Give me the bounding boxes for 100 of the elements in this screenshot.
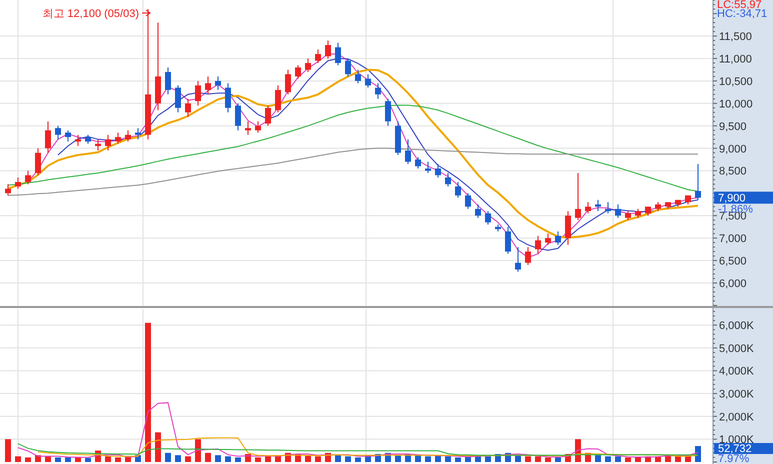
volume-bar bbox=[615, 456, 621, 462]
candlestick bbox=[55, 125, 61, 140]
volume-change: 7.97% bbox=[718, 453, 750, 464]
axis-label: 9,500 bbox=[719, 120, 747, 133]
candlestick bbox=[655, 202, 661, 212]
current-volume-tag: 52,732 bbox=[714, 443, 773, 455]
axis-label: 3,000K bbox=[719, 388, 754, 401]
candlestick bbox=[245, 120, 251, 136]
candlestick bbox=[695, 164, 701, 200]
volume-bar bbox=[215, 455, 221, 462]
candlestick bbox=[235, 102, 241, 131]
volume-bar bbox=[155, 432, 161, 462]
volume-bar bbox=[55, 457, 61, 462]
volume-bar bbox=[205, 452, 211, 462]
candlestick bbox=[175, 84, 181, 113]
candlestick bbox=[45, 120, 51, 154]
candlestick bbox=[125, 130, 131, 142]
candlestick bbox=[205, 76, 211, 95]
volume-bar bbox=[85, 458, 91, 462]
candlestick bbox=[565, 210, 571, 246]
candlestick bbox=[95, 138, 101, 152]
volume-bar bbox=[605, 456, 611, 462]
candlestick bbox=[575, 172, 581, 221]
volume-bar bbox=[345, 456, 351, 462]
current-price-tag: 7,900 bbox=[714, 192, 773, 205]
axis-label: 11,500 bbox=[719, 31, 752, 44]
candlestick bbox=[435, 164, 441, 178]
candlestick bbox=[635, 208, 641, 218]
candlestick bbox=[405, 138, 411, 164]
axis-label: 4,000K bbox=[719, 366, 754, 378]
volume-bar bbox=[635, 457, 641, 462]
volume-bar bbox=[355, 457, 361, 462]
volume-bar bbox=[455, 457, 461, 462]
candlestick bbox=[305, 58, 311, 72]
volume-bar bbox=[75, 456, 81, 462]
candlestick bbox=[15, 176, 21, 190]
candlestick bbox=[475, 204, 481, 218]
candlestick bbox=[35, 148, 41, 176]
volume-bar bbox=[65, 457, 71, 462]
candlestick bbox=[265, 105, 271, 126]
volume-bar bbox=[625, 457, 631, 462]
volume-bar bbox=[15, 456, 21, 462]
volume-bar bbox=[125, 456, 131, 462]
candlestick bbox=[285, 69, 291, 95]
volume-bar bbox=[315, 456, 321, 462]
volume-bar bbox=[555, 457, 561, 462]
candlestick bbox=[485, 210, 491, 226]
candlestick bbox=[375, 82, 381, 100]
indicator-value: LC:55,97 bbox=[717, 0, 762, 11]
candlestick bbox=[645, 206, 651, 216]
candlestick bbox=[295, 64, 301, 80]
candlestick bbox=[325, 40, 331, 59]
candlestick bbox=[225, 82, 231, 113]
candlestick bbox=[315, 49, 321, 64]
candlestick bbox=[385, 98, 391, 126]
candlestick bbox=[115, 132, 121, 144]
volume-bar bbox=[185, 456, 191, 462]
candlestick bbox=[275, 84, 281, 113]
volume-bar bbox=[695, 446, 701, 462]
candlestick bbox=[585, 202, 591, 214]
candlestick bbox=[495, 224, 501, 232]
candlestick bbox=[25, 170, 31, 185]
candlestick bbox=[445, 172, 451, 187]
candlestick bbox=[75, 134, 81, 147]
axis-label: 10,500 bbox=[719, 76, 753, 88]
candlestick bbox=[425, 161, 431, 174]
candlestick bbox=[615, 204, 621, 218]
axis-label: 7,000 bbox=[719, 233, 747, 246]
candlestick bbox=[525, 246, 531, 266]
candlestick bbox=[535, 235, 541, 254]
volume-bar bbox=[255, 457, 261, 462]
axis-label: 8,500 bbox=[719, 166, 747, 178]
candlestick bbox=[545, 233, 551, 246]
candlestick bbox=[345, 58, 351, 77]
candlestick bbox=[515, 246, 521, 272]
candlestick bbox=[455, 181, 461, 198]
candlestick bbox=[625, 210, 631, 221]
axis-label: 9,000 bbox=[719, 143, 747, 156]
candlestick bbox=[395, 120, 401, 156]
candlestick bbox=[685, 194, 691, 205]
candlestick bbox=[355, 69, 361, 84]
candlestick bbox=[185, 98, 191, 118]
candlestick bbox=[65, 130, 71, 142]
volume-bar bbox=[115, 457, 121, 462]
candlestick bbox=[255, 120, 261, 134]
axis-label: 11,000 bbox=[719, 54, 752, 66]
candlestick bbox=[465, 192, 471, 210]
candlestick bbox=[555, 230, 561, 246]
indicator-value: HC:-34,71 bbox=[717, 8, 768, 20]
volume-bar bbox=[595, 455, 601, 462]
candlestick bbox=[5, 184, 11, 196]
candlestick bbox=[665, 202, 671, 210]
candlestick bbox=[195, 80, 201, 106]
volume-bar bbox=[425, 456, 431, 462]
volume-bar bbox=[25, 457, 31, 462]
volume-bar bbox=[545, 457, 551, 462]
axis-label: 6,000K bbox=[719, 320, 754, 332]
axis-label: 5,000K bbox=[719, 342, 754, 355]
candlestick bbox=[105, 134, 111, 152]
axis-label: 6,500 bbox=[719, 256, 747, 268]
